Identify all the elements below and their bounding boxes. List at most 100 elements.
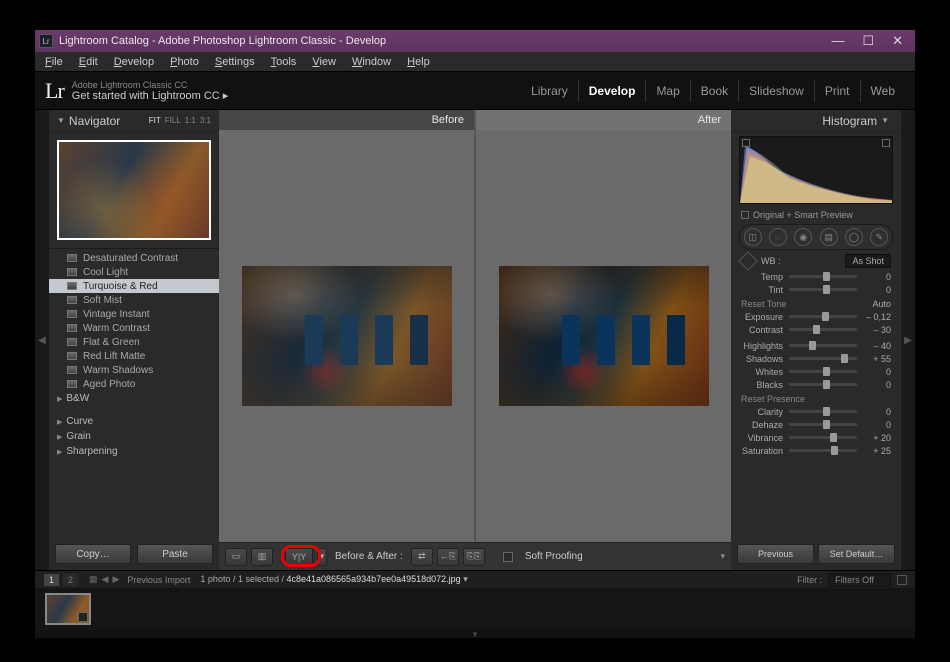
set-default-button[interactable]: Set Default… [818,544,895,564]
module-map[interactable]: Map [645,80,689,102]
shadow-clip-icon[interactable] [742,139,750,147]
spot-tool-icon[interactable]: ◌ [769,228,787,246]
menu-develop[interactable]: Develop [108,54,160,70]
auto-button[interactable]: Auto [872,299,891,309]
minimize-icon[interactable]: — [831,33,844,49]
preset-item[interactable]: Desaturated Contrast [49,251,219,265]
preset-group[interactable]: ▶B&W [49,391,219,406]
reset-tone-label[interactable]: Reset Tone [741,299,786,309]
slider-contrast[interactable]: Contrast– 30 [731,323,901,336]
center-canvas: Before After ▭ ▥ Y|Y ▾ Before & After : … [219,110,731,570]
module-develop[interactable]: Develop [578,80,646,102]
menu-help[interactable]: Help [401,54,436,70]
nav-zoom-1-1[interactable]: 1:1 [185,116,196,125]
before-image[interactable] [242,266,452,406]
filter-dropdown[interactable]: Filters Off [828,573,891,587]
after-image[interactable] [499,266,709,406]
slider-vibrance[interactable]: Vibrance+ 20 [731,431,901,444]
slider-dehaze[interactable]: Dehaze0 [731,418,901,431]
slider-saturation[interactable]: Saturation+ 25 [731,444,901,457]
left-flap[interactable]: ◀ [35,110,49,570]
main-window-button[interactable]: 1 [43,573,60,587]
title-bar: Lr Lightroom Catalog - Adobe Photoshop L… [35,30,915,52]
grid-view-button[interactable]: ▥ [251,548,273,566]
previous-button[interactable]: Previous [737,544,814,564]
preset-group[interactable]: ▶Sharpening [49,444,219,459]
crop-tool-icon[interactable]: ◫ [744,228,762,246]
maximize-icon[interactable]: ☐ [862,33,874,49]
nav-zoom-fill[interactable]: FILL [165,116,181,125]
preset-group[interactable]: ▶Curve [49,414,219,429]
module-library[interactable]: Library [521,80,578,102]
bottom-flap[interactable]: ▼ [35,630,915,638]
module-print[interactable]: Print [814,80,860,102]
filter-lock-icon[interactable] [897,575,907,585]
histogram-header[interactable]: Histogram ▼ [731,110,901,132]
nav-zoom-3-1[interactable]: 3:1 [200,116,211,125]
menu-settings[interactable]: Settings [209,54,261,70]
module-web[interactable]: Web [860,80,905,102]
brush-tool-icon[interactable]: ✎ [870,228,888,246]
gradient-tool-icon[interactable]: ▤ [820,228,838,246]
redeye-tool-icon[interactable]: ◉ [794,228,812,246]
slider-clarity[interactable]: Clarity0 [731,405,901,418]
right-flap[interactable]: ▶ [901,110,915,570]
nav-zoom-fit[interactable]: FIT [149,116,161,125]
forward-icon[interactable]: ▶ [112,574,119,585]
preset-item[interactable]: Turquoise & Red [49,279,219,293]
source-label[interactable]: Previous Import [127,575,190,585]
toolbar-menu-icon[interactable]: ▾ [720,551,725,562]
preset-item[interactable]: Vintage Instant [49,307,219,321]
preset-item[interactable]: Soft Mist [49,293,219,307]
menu-tools[interactable]: Tools [265,54,303,70]
menu-edit[interactable]: Edit [73,54,104,70]
loupe-view-button[interactable]: ▭ [225,548,247,566]
slider-temp[interactable]: Temp0 [731,270,901,283]
preset-item[interactable]: Warm Shadows [49,363,219,377]
menu-view[interactable]: View [306,54,342,70]
grid-icon[interactable]: ▦ [89,574,98,585]
module-book[interactable]: Book [690,80,738,102]
preset-item[interactable]: Flat & Green [49,335,219,349]
back-icon[interactable]: ◀ [102,574,109,585]
navigator-preview[interactable] [57,140,211,240]
soft-proofing-checkbox[interactable] [503,552,513,562]
preset-item[interactable]: Aged Photo [49,377,219,391]
copy-after-button[interactable]: ⎘⎘ [463,548,485,566]
menu-window[interactable]: Window [346,54,397,70]
module-slideshow[interactable]: Slideshow [738,80,814,102]
after-header: After [476,110,731,130]
slider-exposure[interactable]: Exposure– 0,12 [731,310,901,323]
get-started-link[interactable]: Get started with Lightroom CC ▸ [72,91,229,102]
preset-item[interactable]: Red Lift Matte [49,349,219,363]
filmstrip-thumb[interactable] [45,593,91,625]
wb-dropdown[interactable]: As Shot [845,254,891,268]
navigator-header[interactable]: ▼ Navigator FITFILL1:13:1 [49,110,219,132]
radial-tool-icon[interactable]: ◯ [845,228,863,246]
copy-before-button[interactable]: ←⎘ [437,548,459,566]
slider-highlights[interactable]: Highlights– 40 [731,339,901,352]
slider-shadows[interactable]: Shadows+ 55 [731,352,901,365]
slider-tint[interactable]: Tint0 [731,283,901,296]
reset-presence-label[interactable]: Reset Presence [741,394,805,404]
close-icon[interactable]: ✕ [892,33,903,49]
second-window-button[interactable]: 2 [62,573,79,587]
before-after-yy-button[interactable]: Y|Y [285,548,313,566]
slider-whites[interactable]: Whites0 [731,365,901,378]
highlight-clip-icon[interactable] [882,139,890,147]
swap-before-after-button[interactable]: ⇄ [411,548,433,566]
lr-logo: Lr [45,78,64,104]
menu-photo[interactable]: Photo [164,54,205,70]
right-panel: Histogram ▼ Original + Smart Preview ◫ ◌… [731,110,901,570]
copy-button[interactable]: Copy… [55,544,131,564]
menu-file[interactable]: File [39,54,69,70]
preset-group[interactable]: ▶Grain [49,429,219,444]
wb-picker-icon[interactable] [738,251,758,271]
paste-button[interactable]: Paste [137,544,213,564]
histogram-display[interactable] [739,136,893,204]
preset-item[interactable]: Warm Contrast [49,321,219,335]
preset-item[interactable]: Cool Light [49,265,219,279]
app-icon: Lr [39,34,53,48]
slider-blacks[interactable]: Blacks0 [731,378,901,391]
before-after-dropdown[interactable]: ▾ [317,548,327,566]
